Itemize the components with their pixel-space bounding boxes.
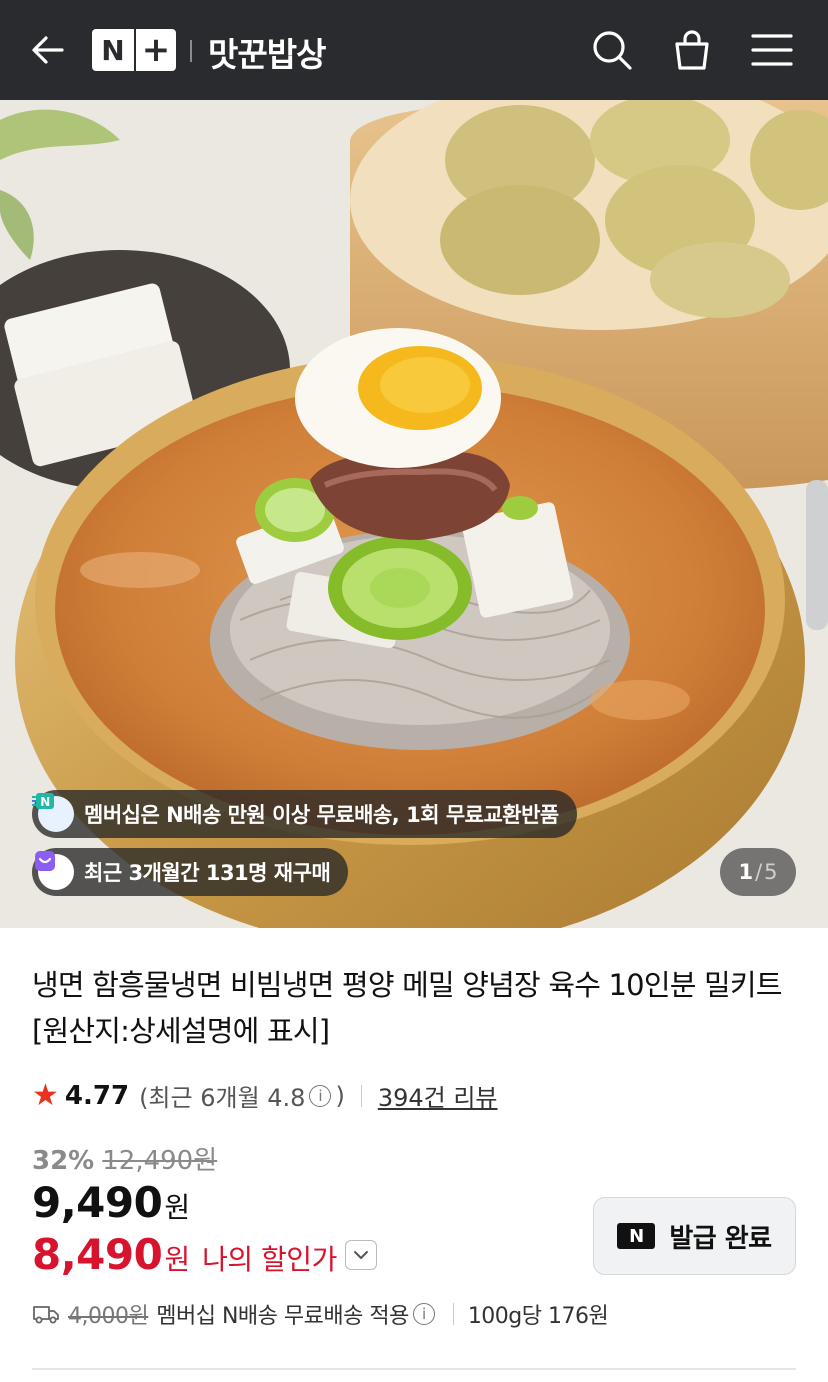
repurchase-bag-icon	[35, 851, 74, 890]
image-pager: 1 / 5	[720, 848, 796, 896]
recent-rating-suffix: )	[335, 1081, 345, 1110]
truck-icon	[33, 1306, 59, 1324]
pager-separator: /	[755, 860, 763, 884]
membership-delivery-chip: N 멤버십은 N배송 만원 이상 무료배송, 1회 무료교환반품	[32, 790, 577, 838]
price-unit: 원	[164, 1191, 191, 1224]
my-price-row[interactable]: 8,490 원 나의 할인가	[32, 1230, 377, 1279]
price-row: 9,490 원	[32, 1178, 190, 1227]
shipping-info-icon[interactable]: i	[412, 1303, 435, 1325]
pager-total: 5	[764, 860, 778, 884]
info-icon[interactable]: i	[309, 1084, 332, 1107]
my-price-unit: 원	[164, 1243, 191, 1276]
star-icon: ★	[32, 1077, 59, 1113]
section-divider	[32, 1368, 796, 1370]
divider	[452, 1303, 454, 1325]
discount-row: 32% 12,490원	[32, 1140, 217, 1177]
shopping-bag-icon[interactable]	[670, 28, 714, 72]
logo-plus: +	[136, 29, 176, 71]
search-icon[interactable]	[590, 28, 634, 72]
store-name[interactable]: 맛꾼밥상	[208, 28, 326, 76]
back-arrow-icon[interactable]	[28, 30, 68, 70]
product-title: 냉면 함흥물냉면 비빔냉면 평양 메밀 양념장 육수 10인분 밀키트 [원산지…	[32, 968, 782, 1048]
review-count-link[interactable]: 394건 리뷰	[378, 1078, 498, 1113]
my-discount-price: 8,490	[32, 1230, 163, 1279]
sale-price: 9,490	[32, 1178, 163, 1227]
my-price-label: 나의 할인가	[202, 1243, 337, 1276]
product-image-carousel[interactable]: N 멤버십은 N배송 만원 이상 무료배송, 1회 무료교환반품 최근 3개월간…	[0, 100, 828, 928]
logo-n: N	[92, 29, 134, 71]
shipping-row: 4,000원 멤버십 N배송 무료배송 적용 i 100g당 176원	[32, 1298, 609, 1330]
chevron-down-icon[interactable]	[344, 1239, 377, 1270]
rating-row: ★ 4.77 (최근 6개월 4.8 i ) 394건 리뷰	[32, 1078, 498, 1113]
coupon-issued-button[interactable]: N 발급 완료	[593, 1197, 796, 1275]
app-header: N + 맛꾼밥상	[0, 0, 828, 100]
rating-value: 4.77	[64, 1080, 130, 1111]
recent-rating-prefix: (최근 6개월 4.8	[139, 1084, 306, 1112]
pager-current: 1	[738, 860, 754, 884]
original-shipping-fee: 4,000원	[68, 1304, 149, 1329]
repurchase-chip: 최근 3개월간 131명 재구매	[32, 848, 349, 896]
repurchase-text: 최근 3개월간 131명 재구매	[84, 861, 331, 885]
n-delivery-icon: N	[32, 793, 74, 832]
discount-percent: 32%	[32, 1146, 95, 1176]
original-price: 12,490원	[102, 1146, 218, 1176]
naver-plus-logo[interactable]: N +	[92, 29, 176, 71]
membership-delivery-text: 멤버십은 N배송 만원 이상 무료배송, 1회 무료교환반품	[84, 803, 559, 827]
shipping-text: 멤버십 N배송 무료배송 적용	[156, 1304, 409, 1329]
coupon-button-label: 발급 완료	[669, 1223, 772, 1254]
menu-icon[interactable]	[750, 28, 794, 72]
unit-price: 100g당 176원	[467, 1304, 609, 1329]
naver-coupon-logo: N	[617, 1223, 656, 1249]
header-divider	[190, 40, 192, 62]
divider	[360, 1084, 362, 1107]
svg-text:N: N	[40, 795, 50, 809]
